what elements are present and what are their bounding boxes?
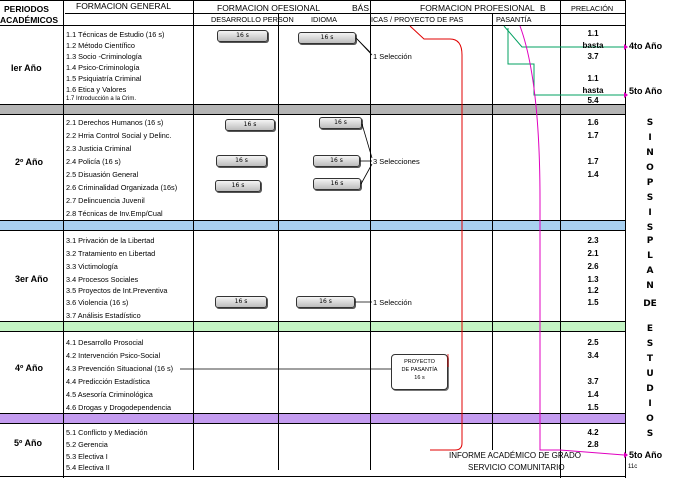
estudios-letter-e: E	[646, 324, 654, 334]
sinopsis-letter-s2: S	[646, 193, 654, 203]
prel-1-1: 1.1	[587, 29, 599, 38]
prel-1-5: 1.1	[587, 74, 599, 83]
sinopsis-letter-i2: I	[648, 208, 652, 218]
plan-letter-l: L	[647, 251, 653, 261]
side-label-5to-ano-1: 5to Año	[629, 86, 663, 96]
prel-2-5: 1.4	[587, 170, 599, 179]
estudios-letter-d: D	[646, 384, 654, 394]
de-word: DE	[643, 299, 657, 309]
informe-academico-label: INFORME ACADÉMICO DE GRADO	[449, 451, 582, 460]
magenta-arrow	[624, 452, 628, 458]
side-label-5to-ano-2: 5to Año	[629, 450, 663, 460]
prel-3-1: 2.3	[587, 236, 599, 245]
plan-letter-n: N	[646, 281, 654, 291]
prel-1-6: hasta	[582, 86, 604, 95]
sinopsis-letter-i1: I	[648, 133, 652, 143]
sinopsis-letter-o: O	[646, 163, 654, 173]
prel-4-2: 3.4	[587, 351, 599, 360]
prel-4-1: 2.5	[587, 338, 599, 347]
plan-letter-p: P	[646, 236, 654, 246]
side-label-4to-ano: 4to Año	[629, 41, 663, 51]
servicio-comunitario-label: SERVICIO COMUNITARIO	[468, 463, 565, 472]
estudios-letter-u: U	[646, 369, 654, 379]
prel-4-4: 3.7	[587, 377, 599, 386]
prel-1-3: 3.7	[587, 52, 599, 61]
prel-3-3: 2.6	[587, 262, 599, 271]
bracket-y2-a	[361, 123, 373, 159]
estudios-letter-s2: S	[646, 429, 654, 439]
estudios-letter-i: I	[648, 399, 652, 409]
prel-3-5: 1.2	[587, 286, 599, 295]
prel-4-5: 1.4	[587, 390, 599, 399]
sinopsis-letter-s1: S	[646, 118, 654, 128]
prel-4-6: 1.5	[587, 403, 599, 412]
sinopsis-letter-n: N	[646, 148, 654, 158]
prel-5-1: 4.2	[587, 428, 599, 437]
prel-1-2: basta	[582, 41, 604, 50]
prel-1-7: 5.4	[587, 96, 599, 105]
bracket-y1-a	[356, 38, 373, 56]
green-arrow-1	[624, 44, 628, 50]
prel-3-6: 1.5	[587, 298, 599, 307]
estudios-letter-t: T	[646, 354, 654, 364]
prel-2-2: 1.7	[587, 131, 599, 140]
estudios-letter-o: O	[646, 414, 654, 424]
bracket-y2-c	[360, 163, 373, 185]
green-arrow-2	[624, 92, 628, 98]
prel-2-1: 1.6	[587, 118, 599, 127]
prel-3-2: 2.1	[587, 249, 599, 258]
plan-letter-a: A	[646, 266, 654, 276]
estudios-letter-s1: S	[646, 339, 654, 349]
prel-5-2: 2.8	[587, 440, 599, 449]
side-label-11c: 11c	[628, 464, 638, 470]
prel-3-4: 1.3	[587, 275, 599, 284]
sinopsis-letter-p: P	[646, 178, 654, 188]
red-connector	[409, 25, 463, 451]
prel-2-4: 1.7	[587, 157, 599, 166]
sinopsis-letter-s3: S	[646, 223, 654, 233]
